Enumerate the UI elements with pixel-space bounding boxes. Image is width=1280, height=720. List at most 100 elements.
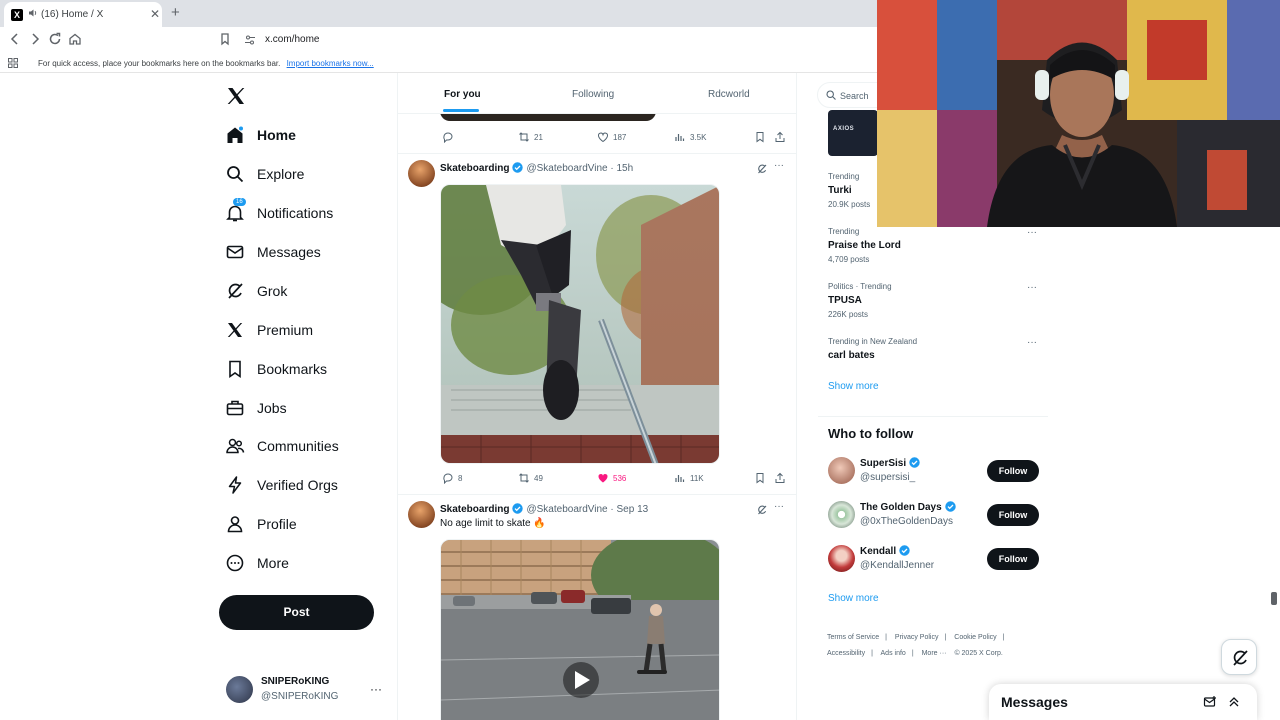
follow-button[interactable]: Follow xyxy=(987,548,1039,570)
tweet-header: Skateboarding @SkateboardVine · Sep 13 xyxy=(440,503,649,515)
search-input[interactable]: Search xyxy=(817,82,879,108)
more-dots-icon[interactable]: ··· xyxy=(774,501,784,512)
reply-button[interactable]: 8 xyxy=(442,472,462,484)
account-switcher[interactable]: SNIPERoKING @SNIPERoKING ··· xyxy=(226,674,386,706)
more-dots-icon[interactable]: ··· xyxy=(1027,282,1037,293)
x-logo-icon[interactable] xyxy=(226,86,246,106)
reload-icon[interactable] xyxy=(48,32,64,48)
messages-drawer-title: Messages xyxy=(1001,694,1068,710)
verified-badge-icon xyxy=(512,162,524,173)
nav-profile[interactable]: Profile xyxy=(225,510,297,538)
new-tab-button[interactable]: + xyxy=(171,4,180,21)
views-button[interactable]: 11K xyxy=(674,472,704,484)
tweet-media-video[interactable] xyxy=(440,539,720,720)
tweet-avatar[interactable] xyxy=(408,160,435,187)
footer-link[interactable]: Terms of Service xyxy=(827,634,879,641)
tweet-time[interactable]: 15h xyxy=(617,163,634,174)
import-bookmarks-link[interactable]: Import bookmarks now... xyxy=(287,59,374,68)
more-dots-icon[interactable]: ··· xyxy=(1027,337,1037,348)
follow-button[interactable]: Follow xyxy=(987,504,1039,526)
tweet-author-name[interactable]: Skateboarding xyxy=(440,163,509,174)
nav-label: Jobs xyxy=(257,400,287,416)
trends-show-more-link[interactable]: Show more xyxy=(828,381,879,392)
scrollbar-thumb[interactable] xyxy=(1271,592,1277,605)
footer-link[interactable]: More ··· xyxy=(922,650,947,657)
new-message-icon[interactable] xyxy=(1203,695,1217,709)
messages-drawer[interactable]: Messages xyxy=(989,684,1257,720)
reply-icon xyxy=(443,132,453,143)
nav-premium[interactable]: Premium xyxy=(225,316,313,344)
suggestion-handle: @0xTheGoldenDays xyxy=(860,516,953,527)
tab-following[interactable]: Following xyxy=(572,89,614,100)
tweet-media-image[interactable] xyxy=(440,184,720,464)
back-icon[interactable] xyxy=(8,32,24,48)
tweet-author-handle[interactable]: @SkateboardVine xyxy=(526,504,607,515)
grok-explain-icon[interactable] xyxy=(756,504,768,516)
views-button[interactable]: 3.5K xyxy=(674,131,706,143)
tweet-time[interactable]: Sep 13 xyxy=(617,504,649,515)
nav-communities[interactable]: Communities xyxy=(225,432,339,460)
nav-messages[interactable]: Messages xyxy=(225,238,321,266)
close-tab-icon[interactable]: ✕ xyxy=(150,7,160,21)
tab-rdcworld[interactable]: Rdcworld xyxy=(708,89,750,100)
like-button[interactable]: 536 xyxy=(597,472,626,484)
notification-badge: 16 xyxy=(233,198,246,206)
follow-show-more-link[interactable]: Show more xyxy=(828,593,879,604)
nav-grok[interactable]: Grok xyxy=(225,277,287,305)
tweet-author-handle[interactable]: @SkateboardVine xyxy=(526,163,607,174)
like-button[interactable]: 187 xyxy=(597,131,626,143)
news-thumbnail[interactable]: AXIOS xyxy=(828,110,878,156)
more-dots-icon[interactable]: ··· xyxy=(774,160,784,171)
verified-badge-icon xyxy=(512,503,524,514)
follow-suggestion[interactable]: Kendall @KendallJenner Follow xyxy=(828,543,1043,575)
post-button[interactable]: Post xyxy=(219,595,374,630)
nav-jobs[interactable]: Jobs xyxy=(225,394,287,422)
bookmark-tweet-button[interactable] xyxy=(754,131,770,143)
trend-context: Trending xyxy=(828,227,860,236)
account-handle: @SNIPERoKING xyxy=(261,691,339,702)
share-button[interactable] xyxy=(774,472,790,484)
tab-for-you[interactable]: For you xyxy=(444,89,481,100)
tweet-actions: 21 187 3.5K xyxy=(440,131,790,145)
grok-floating-button[interactable] xyxy=(1221,639,1257,675)
nav-label: Bookmarks xyxy=(257,361,328,377)
nav-home[interactable]: Home xyxy=(225,121,296,149)
chevron-up-icon[interactable] xyxy=(1227,695,1241,709)
footer-link[interactable]: Ads info xyxy=(881,650,906,657)
heart-icon xyxy=(598,132,608,143)
home-browser-icon[interactable] xyxy=(68,32,84,48)
nav-notifications[interactable]: 16 Notifications xyxy=(225,198,333,227)
address-bar[interactable]: x.com/home xyxy=(240,30,880,50)
grok-explain-icon[interactable] xyxy=(756,163,768,175)
apps-grid-icon[interactable] xyxy=(8,58,18,68)
trend-item[interactable]: Politics · Trending TPUSA 226K posts ··· xyxy=(828,282,1043,319)
speaker-icon[interactable] xyxy=(28,8,38,18)
bookmark-tweet-button[interactable] xyxy=(754,472,770,484)
repost-button[interactable]: 49 xyxy=(518,472,543,484)
tweet-avatar[interactable] xyxy=(408,501,435,528)
tweet-options: ··· xyxy=(756,160,790,176)
nav-explore[interactable]: Explore xyxy=(225,160,304,188)
more-dots-icon[interactable]: ··· xyxy=(1027,227,1037,238)
footer-link[interactable]: Cookie Policy xyxy=(954,634,996,641)
nav-bookmarks[interactable]: Bookmarks xyxy=(225,355,327,383)
bookmark-star-icon[interactable] xyxy=(218,32,234,48)
follow-button[interactable]: Follow xyxy=(987,460,1039,482)
browser-tab[interactable]: X (16) Home / X ✕ xyxy=(4,2,162,27)
trend-item[interactable]: Trending in New Zealand carl bates ··· xyxy=(828,337,1043,361)
nav-verified-orgs[interactable]: Verified Orgs xyxy=(225,471,338,499)
forward-icon[interactable] xyxy=(28,32,44,48)
site-settings-icon[interactable] xyxy=(244,34,256,46)
nav-label: Verified Orgs xyxy=(257,477,338,493)
footer-link[interactable]: Accessibility xyxy=(827,650,865,657)
repost-button[interactable]: 21 xyxy=(518,131,543,143)
nav-more[interactable]: More xyxy=(225,549,289,577)
trend-item[interactable]: Trending Praise the Lord 4,709 posts ··· xyxy=(828,227,1043,264)
follow-suggestion[interactable]: The Golden Days @0xTheGoldenDays Follow xyxy=(828,499,1043,531)
verified-badge-icon xyxy=(909,457,920,468)
share-button[interactable] xyxy=(774,131,790,143)
tweet-author-name[interactable]: Skateboarding xyxy=(440,504,509,515)
reply-button[interactable] xyxy=(442,131,458,143)
follow-suggestion[interactable]: SuperSisi @supersisi_ Follow xyxy=(828,455,1043,487)
footer-link[interactable]: Privacy Policy xyxy=(895,634,939,641)
